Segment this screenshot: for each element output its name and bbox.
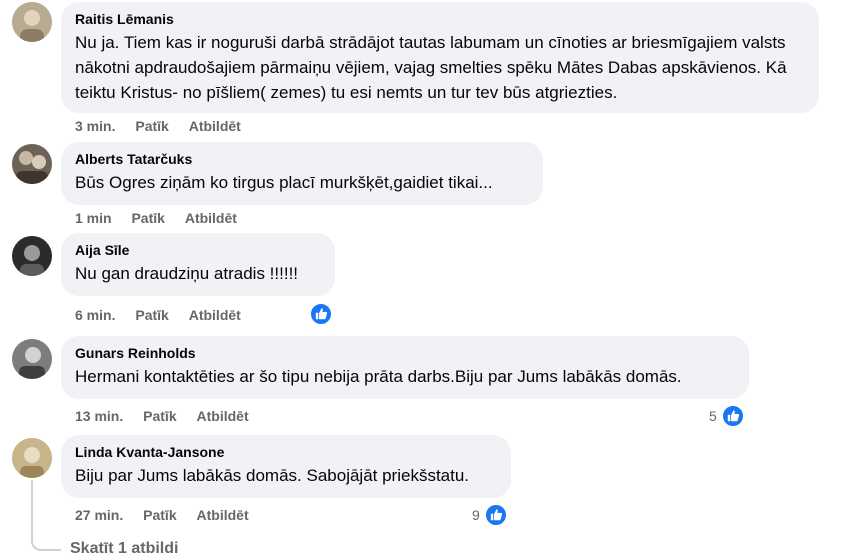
like-button[interactable]: Patīk bbox=[135, 306, 168, 324]
reply-button[interactable]: Atbildēt bbox=[197, 407, 249, 425]
comment-bubble: Linda Kvanta-Jansone Biju par Jums labāk… bbox=[61, 435, 511, 498]
avatar-photo-icon bbox=[12, 339, 52, 379]
reply-button[interactable]: Atbildēt bbox=[189, 306, 241, 324]
avatar-photo-icon bbox=[12, 144, 52, 184]
comment-bubble: Aija Sīle Nu gan draudziņu atradis !!!!!… bbox=[61, 233, 335, 296]
comment-text: Būs Ogres ziņām ko tirgus placī murkšķēt… bbox=[75, 173, 493, 192]
like-button[interactable]: Patīk bbox=[131, 209, 164, 227]
comment-text: Nu ja. Tiem kas ir noguruši darbā strādā… bbox=[75, 33, 787, 102]
view-replies-link[interactable]: Skatīt 1 atbildi bbox=[70, 540, 178, 558]
reaction-summary[interactable] bbox=[310, 302, 332, 326]
comment-author[interactable]: Aija Sīle bbox=[75, 241, 321, 259]
avatar[interactable] bbox=[12, 438, 52, 478]
comment-actions: 27 min. Patīk Atbildēt bbox=[75, 506, 265, 524]
like-icon bbox=[310, 303, 332, 326]
comment-author[interactable]: Raitis Lēmanis bbox=[75, 10, 805, 28]
comment-text: Nu gan draudziņu atradis !!!!!! bbox=[75, 264, 299, 283]
comment-text: Biju par Jums labākās domās. Sabojājāt p… bbox=[75, 466, 470, 485]
reply-thread-line bbox=[31, 480, 61, 551]
reaction-count: 9 bbox=[472, 507, 480, 524]
comment-timestamp[interactable]: 3 min. bbox=[75, 117, 115, 135]
reaction-summary[interactable]: 9 bbox=[472, 503, 507, 527]
like-button[interactable]: Patīk bbox=[143, 506, 176, 524]
comment-author[interactable]: Alberts Tatarčuks bbox=[75, 150, 529, 168]
avatar[interactable] bbox=[12, 144, 52, 184]
comment-timestamp[interactable]: 13 min. bbox=[75, 407, 123, 425]
comment-actions: 13 min. Patīk Atbildēt bbox=[75, 407, 265, 425]
comment-text: Hermani kontaktēties ar šo tipu nebija p… bbox=[75, 367, 682, 386]
like-button[interactable]: Patīk bbox=[135, 117, 168, 135]
comment-timestamp[interactable]: 1 min bbox=[75, 209, 112, 227]
like-button[interactable]: Patīk bbox=[143, 407, 176, 425]
comment-author[interactable]: Linda Kvanta-Jansone bbox=[75, 443, 497, 461]
like-icon bbox=[721, 405, 744, 428]
comment-actions: 3 min. Patīk Atbildēt bbox=[75, 117, 257, 135]
comment-bubble: Raitis Lēmanis Nu ja. Tiem kas ir noguru… bbox=[61, 2, 819, 113]
comment-author[interactable]: Gunars Reinholds bbox=[75, 344, 735, 362]
comment-actions: 6 min. Patīk Atbildēt bbox=[75, 306, 257, 324]
avatar[interactable] bbox=[12, 339, 52, 379]
comment-timestamp[interactable]: 6 min. bbox=[75, 306, 115, 324]
like-icon bbox=[484, 504, 507, 527]
reaction-summary[interactable]: 5 bbox=[709, 404, 744, 428]
avatar-photo-icon bbox=[12, 236, 52, 276]
comment-timestamp[interactable]: 27 min. bbox=[75, 506, 123, 524]
avatar[interactable] bbox=[12, 236, 52, 276]
comment-actions: 1 min Patīk Atbildēt bbox=[75, 209, 253, 227]
avatar-photo-icon bbox=[12, 2, 52, 42]
reply-button[interactable]: Atbildēt bbox=[185, 209, 237, 227]
reaction-count: 5 bbox=[709, 408, 717, 425]
comment-bubble: Gunars Reinholds Hermani kontaktēties ar… bbox=[61, 336, 749, 399]
reply-button[interactable]: Atbildēt bbox=[189, 117, 241, 135]
comment-bubble: Alberts Tatarčuks Būs Ogres ziņām ko tir… bbox=[61, 142, 543, 205]
reply-button[interactable]: Atbildēt bbox=[197, 506, 249, 524]
avatar-photo-icon bbox=[12, 438, 52, 478]
avatar[interactable] bbox=[12, 2, 52, 42]
